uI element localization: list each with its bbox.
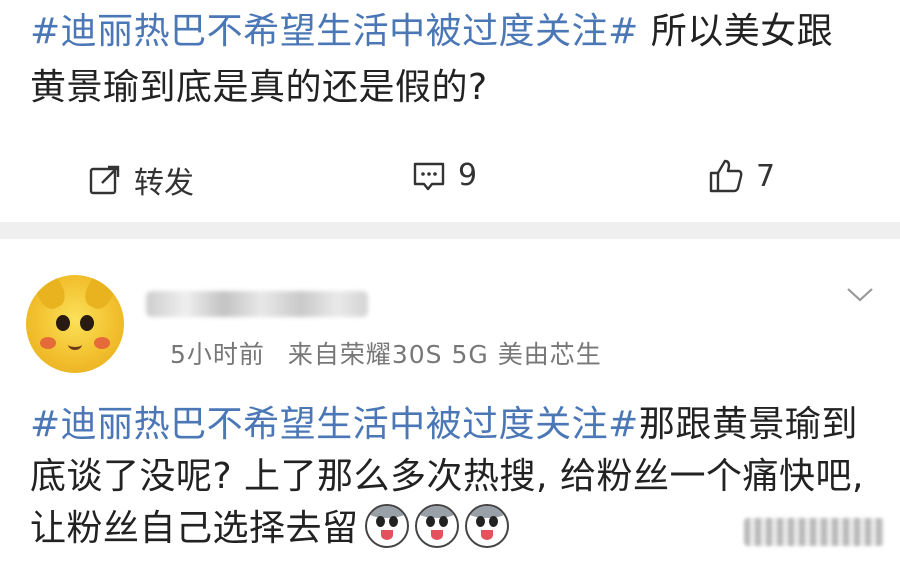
post-topic-link[interactable]: #迪丽热巴不希望生活中被过度关注# (30, 11, 639, 52)
husky-dog-emoji-icon (464, 504, 509, 548)
comment-button[interactable]: 9 (412, 158, 477, 193)
comment-source: 来自荣耀30S 5G 美由芯生 (287, 340, 602, 369)
comment-time: 5小时前 (170, 340, 265, 369)
pikachu-cheek-left (40, 337, 56, 349)
comment-count: 9 (458, 158, 478, 193)
pikachu-eye-right (80, 315, 94, 331)
pikachu-cheek-right (94, 337, 110, 349)
comment-meta: 5小时前 来自荣耀30S 5G 美由芯生 (170, 335, 616, 371)
comment-item: 5小时前 来自荣耀30S 5G 美由芯生 #迪丽热巴不希望生活中被过度关注#那跟… (0, 239, 900, 561)
repost-label: 转发 (134, 166, 194, 201)
username-redacted[interactable] (146, 291, 368, 317)
post-action-bar: 转发 9 7 (0, 150, 900, 206)
pikachu-ear-left (28, 275, 70, 313)
weibo-post: #迪丽热巴不希望生活中被过度关注# 所以美女跟黄景瑜到底是真的还是假的? 转发 … (0, 0, 900, 222)
comment-topic-link[interactable]: #迪丽热巴不希望生活中被过度关注# (30, 404, 639, 445)
pikachu-mouth (68, 339, 82, 350)
watermark-redacted (744, 518, 884, 546)
comment-icon (412, 159, 446, 193)
repost-icon (88, 163, 122, 197)
husky-dog-emoji-icon (414, 504, 459, 548)
husky-dog-emoji-icon (364, 504, 409, 548)
avatar[interactable] (26, 275, 124, 373)
repost-button[interactable]: 转发 (88, 158, 194, 202)
section-divider (0, 222, 900, 239)
thumbs-up-icon (708, 158, 744, 194)
like-button[interactable]: 7 (708, 158, 775, 194)
chevron-down-icon[interactable] (846, 287, 874, 307)
post-text: #迪丽热巴不希望生活中被过度关注# 所以美女跟黄景瑜到底是真的还是假的? (30, 4, 860, 116)
pikachu-eye-left (56, 315, 70, 331)
pikachu-ear-right (80, 275, 122, 313)
like-count: 7 (756, 158, 776, 194)
